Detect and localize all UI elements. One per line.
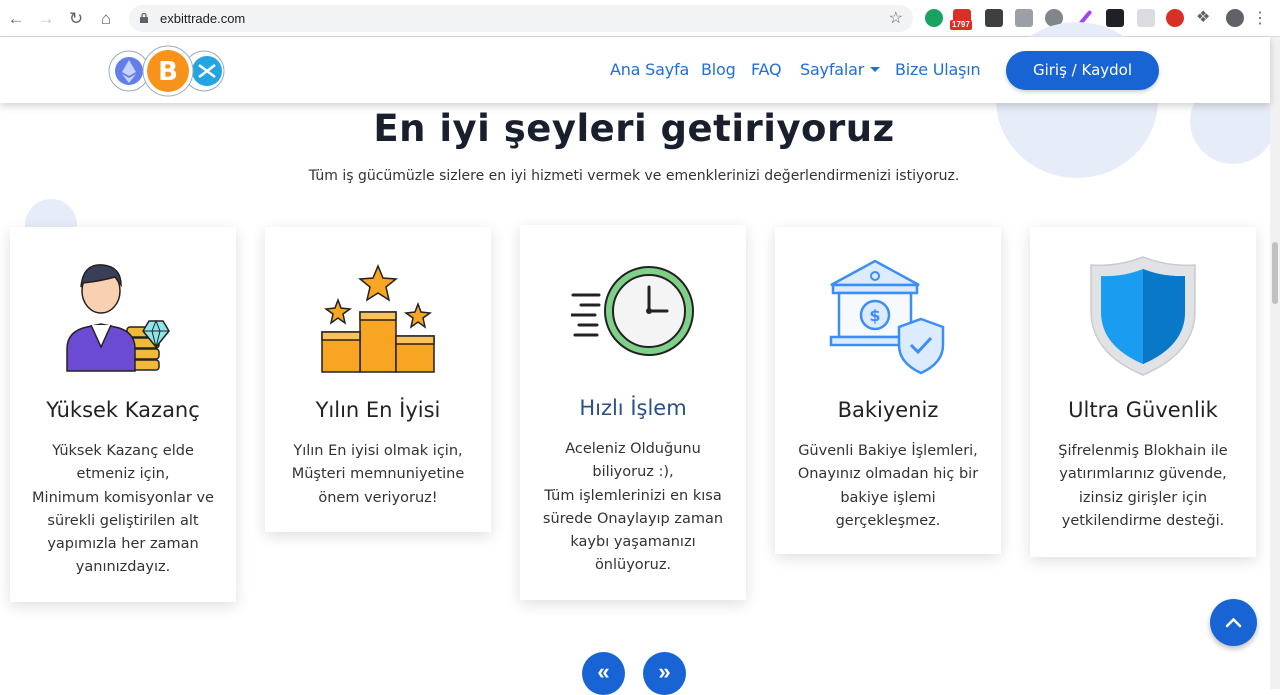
- card-text: Güvenli Bakiye İşlemleri, Onayınız olmad…: [797, 443, 979, 529]
- card-text: Şifrelenmiş Blokhain ile yatırımlarınız …: [1058, 443, 1228, 529]
- nav-contact[interactable]: Bize Ulaşın: [895, 60, 981, 79]
- menu-kebab-icon[interactable]: ⋮: [1252, 8, 1268, 28]
- scrollbar-thumb[interactable]: [1272, 242, 1278, 304]
- login-register-button[interactable]: Giriş / Kaydol: [1006, 51, 1159, 90]
- feature-card: Hızlı İşlem Aceleniz Olduğunu biliyoruz …: [520, 225, 746, 600]
- fast-clock-icon: [571, 266, 694, 356]
- businessman-icon: [66, 264, 170, 372]
- forward-icon[interactable]: →: [35, 8, 57, 30]
- home-icon[interactable]: ⌂: [95, 8, 117, 30]
- svg-text:$: $: [869, 306, 880, 325]
- feature-card: $ Bakiyeniz Güvenli Bakiye İşlemleri, On…: [775, 227, 1001, 554]
- card-title: Ultra Güvenlik: [1068, 398, 1218, 422]
- card-text: Aceleniz Olduğunu biliyoruz :), Tüm işle…: [542, 441, 724, 574]
- feature-card: Ultra Güvenlik Şifrelenmiş Blokhain ile …: [1030, 227, 1256, 557]
- adblock-icon[interactable]: [1166, 9, 1184, 27]
- extension-download-icon[interactable]: [985, 9, 1003, 27]
- lock-icon: [140, 13, 148, 23]
- site-header: B Ana Sayfa Blog FAQ Sayfalar Bize Ulaşı…: [0, 37, 1270, 103]
- chevron-up-icon: [1225, 617, 1242, 628]
- avatar[interactable]: [1226, 9, 1244, 27]
- feature-card: Yüksek Kazanç Yüksek Kazanç elde etmeniz…: [10, 227, 236, 602]
- back-icon[interactable]: ←: [5, 8, 27, 30]
- card-text: Yılın En iyisi olmak için, Müşteri memnu…: [291, 443, 465, 506]
- card-title: Yılın En İyisi: [315, 398, 441, 422]
- nav-pages-dropdown[interactable]: Sayfalar: [800, 60, 881, 79]
- card-title: Hızlı İşlem: [579, 396, 687, 420]
- section-subtitle: Tüm iş gücümüzle sizlere en iyi hizmeti …: [308, 168, 960, 184]
- section-title: En iyi şeyleri getiriyoruz: [373, 107, 895, 150]
- site-logo[interactable]: B: [108, 45, 230, 97]
- chevron-down-icon: [870, 67, 881, 72]
- bookmark-star-icon[interactable]: ☆: [889, 8, 903, 28]
- extension-green-icon[interactable]: [925, 9, 943, 27]
- back-to-top-button[interactable]: [1210, 599, 1257, 646]
- security-shield-icon: [1090, 256, 1196, 376]
- extension-badge: 1797: [950, 20, 972, 30]
- card-title: Yüksek Kazanç: [46, 398, 200, 422]
- nav-home[interactable]: Ana Sayfa: [610, 60, 689, 79]
- extensions-puzzle-icon[interactable]: ❖: [1196, 9, 1214, 27]
- card-text: Yüksek Kazanç elde etmeniz için, Minimum…: [32, 443, 214, 576]
- feature-card: Yılın En İyisi Yılın En iyisi olmak için…: [265, 227, 491, 532]
- nav-pages-label: Sayfalar: [800, 60, 865, 79]
- svg-text:B: B: [158, 57, 178, 87]
- extension-photo-icon[interactable]: [1137, 9, 1155, 27]
- nav-faq[interactable]: FAQ: [751, 60, 782, 79]
- reload-icon[interactable]: ↻: [65, 8, 87, 30]
- podium-stars-icon: [321, 264, 435, 373]
- card-title: Bakiyeniz: [837, 398, 939, 422]
- extension-window-icon[interactable]: [1015, 9, 1033, 27]
- page-scrollbar[interactable]: [1270, 37, 1280, 689]
- extension-dark-icon[interactable]: [1106, 9, 1124, 27]
- url-text: exbittrade.com: [160, 11, 246, 26]
- nav-blog[interactable]: Blog: [701, 60, 736, 79]
- bank-shield-icon: $: [829, 259, 945, 375]
- address-bar[interactable]: exbittrade.com ☆: [129, 5, 913, 32]
